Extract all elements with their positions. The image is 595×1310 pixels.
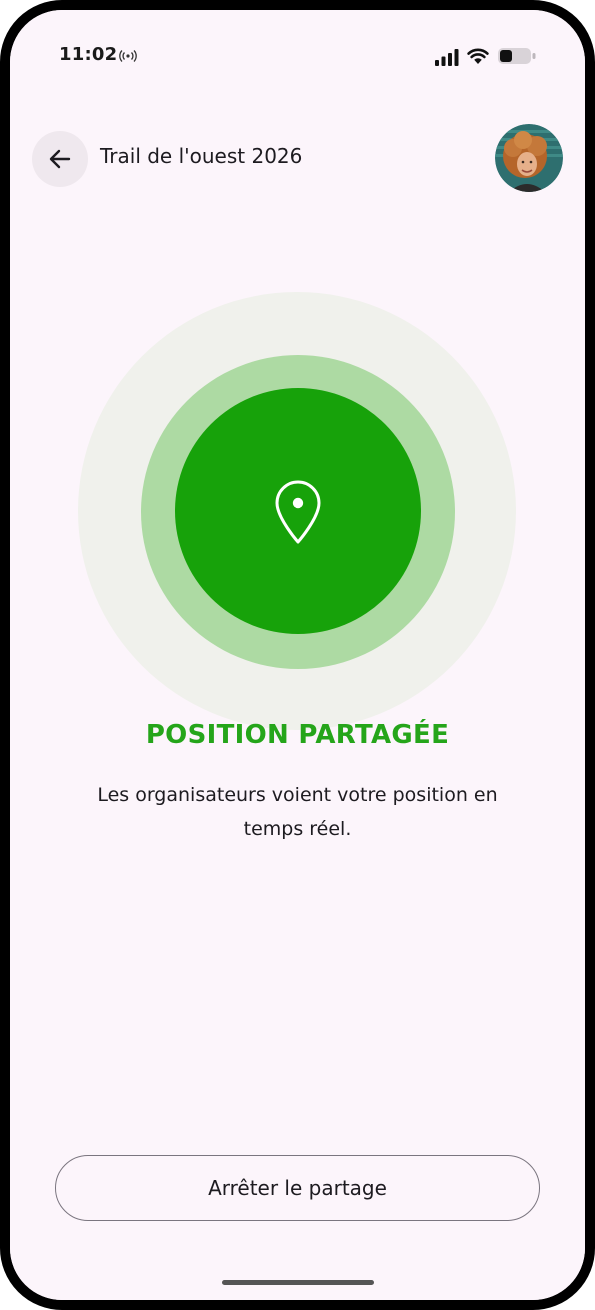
sharing-status-description: Les organisateurs voient votre position … xyxy=(97,784,498,840)
status-time: 11:02 xyxy=(59,44,118,65)
location-pin-icon xyxy=(275,480,321,544)
broadcast-icon xyxy=(119,50,137,62)
stop-sharing-button[interactable]: Arrêter le partage xyxy=(55,1155,540,1221)
arrow-left-icon xyxy=(49,149,71,169)
phone-frame: 11:02 Trail de l'ouest 2026 POSITION PAR… xyxy=(0,0,595,1310)
sharing-status-heading: POSITION PARTAGÉE xyxy=(145,720,450,750)
home-indicator xyxy=(222,1280,374,1285)
signal-icon xyxy=(435,49,459,66)
back-button[interactable] xyxy=(32,131,88,187)
user-avatar[interactable] xyxy=(495,124,563,192)
battery-icon xyxy=(498,48,536,64)
screen: 11:02 Trail de l'ouest 2026 POSITION PAR… xyxy=(10,10,585,1300)
wifi-icon xyxy=(467,48,489,64)
page-title: Trail de l'ouest 2026 xyxy=(100,144,303,168)
avatar-image xyxy=(495,124,563,192)
